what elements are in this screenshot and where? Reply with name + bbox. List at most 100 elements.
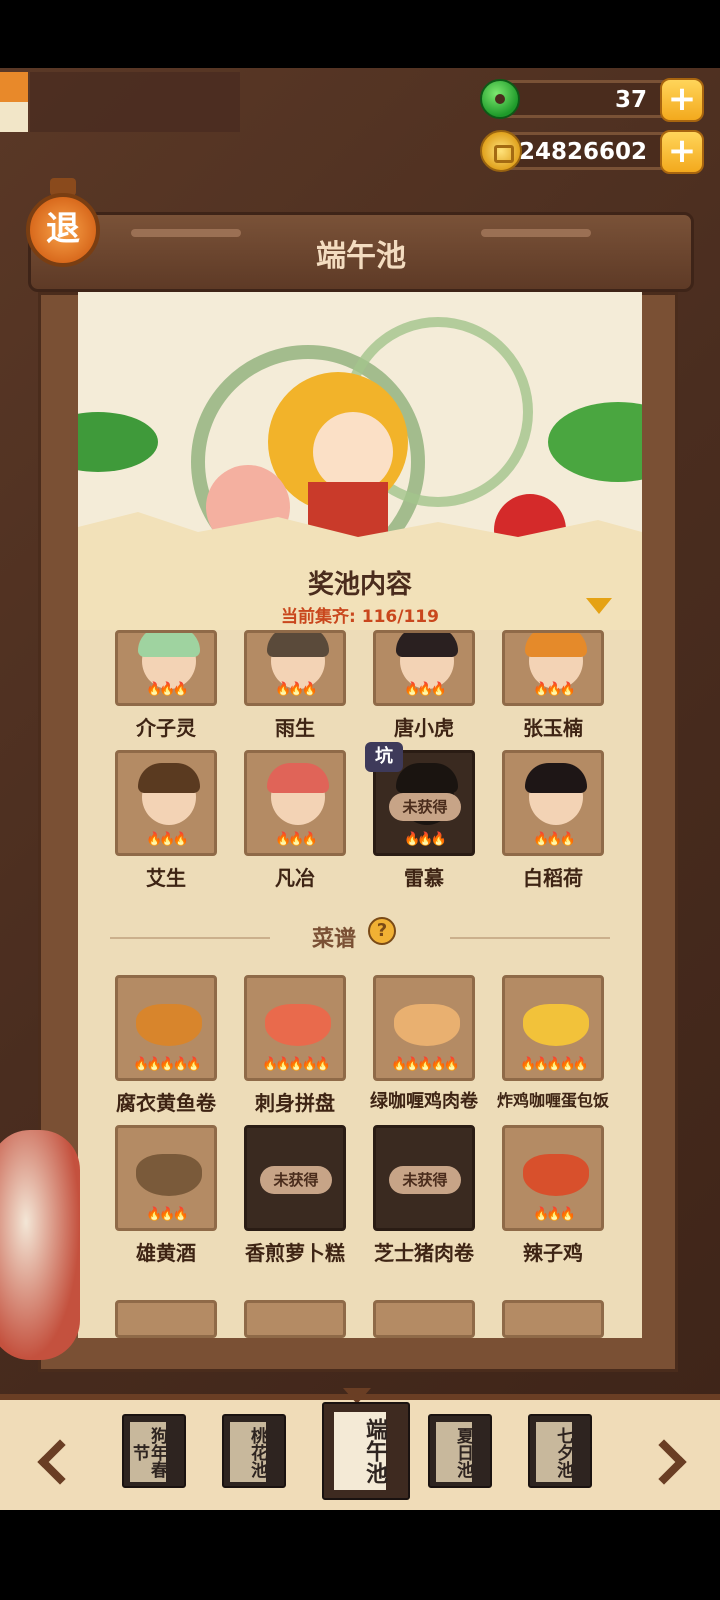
dish-image: [523, 1004, 589, 1046]
recipe-card[interactable]: 🔥🔥🔥🔥🔥: [373, 975, 475, 1081]
recipe-card[interactable]: 未获得: [244, 1125, 346, 1231]
recipe-card-partial[interactable]: [373, 1300, 475, 1338]
tab-label: 夏日池: [436, 1422, 473, 1482]
recipe-card[interactable]: 🔥🔥🔥: [115, 1125, 217, 1231]
tab-5[interactable]: 七夕池: [528, 1414, 592, 1488]
character-name: 介子灵: [136, 716, 196, 740]
coin-icon: [480, 130, 522, 172]
character-hair: [138, 763, 200, 793]
rarity-flames: 🔥🔥🔥: [146, 832, 189, 847]
tab-label: 狗年春节: [129, 1422, 167, 1482]
recipe-name: 香煎萝卜糕: [245, 1241, 345, 1265]
character-hair: [267, 763, 329, 793]
dish-image: [394, 1004, 460, 1046]
recipe-name: 芝士猪肉卷: [374, 1241, 474, 1265]
blurred-avatar: [0, 72, 28, 102]
divider-line-right: [450, 937, 610, 939]
rarity-flames: 🔥🔥🔥🔥🔥: [262, 1057, 331, 1072]
character-card[interactable]: 🔥🔥🔥: [244, 750, 346, 856]
recipe-name: 腐衣黄鱼卷: [116, 1091, 216, 1115]
recipe-name: 绿咖喱鸡肉卷: [370, 1091, 478, 1112]
not-obtained-label: 未获得: [389, 1166, 461, 1194]
recipe-name: 辣子鸡: [523, 1241, 583, 1265]
navigation-bar-area: [0, 1510, 720, 1600]
recipe-name: 刺身拼盘: [255, 1091, 335, 1115]
coin-value: 24826602: [518, 139, 647, 165]
rarity-flames: 🔥🔥🔥: [275, 682, 318, 697]
blurred-avatar-lower: [0, 102, 28, 132]
recipe-card[interactable]: 🔥🔥🔥🔥🔥: [115, 975, 217, 1081]
rarity-flames: 🔥🔥🔥🔥🔥: [520, 1057, 589, 1072]
tab-4[interactable]: 夏日池: [428, 1414, 492, 1488]
character-hair: [525, 633, 587, 657]
dish-image: [523, 1154, 589, 1196]
pool-title: 奖池内容: [307, 570, 412, 600]
character-name: 凡冶: [275, 866, 315, 890]
character-card[interactable]: 🔥🔥🔥: [373, 630, 475, 706]
banner-art: [78, 317, 642, 542]
rarity-flames: 🔥🔥🔥: [404, 682, 447, 697]
jade-icon: [480, 79, 520, 119]
rarity-flames: 🔥🔥🔥: [533, 682, 576, 697]
tab-label: 端午池: [334, 1412, 387, 1490]
tab-1[interactable]: 狗年春节: [122, 1414, 186, 1488]
dish-image: [136, 1154, 202, 1196]
character-card[interactable]: 🔥🔥🔥: [502, 750, 604, 856]
not-obtained-label: 未获得: [389, 793, 461, 821]
character-name: 艾生: [146, 866, 186, 890]
jade-value: 37: [614, 87, 647, 113]
character-hair: [138, 633, 200, 657]
character-card[interactable]: 🔥🔥🔥: [115, 750, 217, 856]
recipe-name: 雄黄酒: [136, 1241, 196, 1265]
tab-3[interactable]: 端午池: [322, 1402, 410, 1500]
recipes-section-label: 菜谱: [312, 927, 357, 952]
event-banner: [78, 292, 642, 542]
character-name: 雨生: [275, 716, 315, 740]
character-hair: [267, 633, 329, 657]
recipe-card-partial[interactable]: [115, 1300, 217, 1338]
recipes-divider: 菜谱: [110, 917, 610, 957]
brush-decoration: [0, 1130, 80, 1360]
question-icon[interactable]: ?: [368, 917, 396, 945]
pit-badge: 坑: [365, 742, 403, 772]
collection-progress: 当前集齐: 116/119: [281, 607, 439, 627]
rarity-flames: 🔥🔥🔥: [533, 1207, 576, 1222]
rarity-flames: 🔥🔥🔥: [146, 1207, 189, 1222]
recipe-card[interactable]: 🔥🔥🔥: [502, 1125, 604, 1231]
character-name: 张玉楠: [523, 716, 583, 740]
rarity-flames: 🔥🔥🔥🔥🔥: [133, 1057, 202, 1072]
character-name: 雷慕: [404, 866, 444, 890]
tab-2[interactable]: 桃花池: [222, 1414, 286, 1488]
not-obtained-label: 未获得: [260, 1166, 332, 1194]
add-jade-button[interactable]: +: [660, 78, 704, 122]
dish-image: [265, 1004, 331, 1046]
character-hair: [525, 763, 587, 793]
recipe-name: 炸鸡咖喱蛋包饭: [496, 1091, 609, 1110]
recipe-card[interactable]: 🔥🔥🔥🔥🔥: [502, 975, 604, 1081]
character-card[interactable]: 🔥🔥🔥: [244, 630, 346, 706]
recipe-card[interactable]: 未获得: [373, 1125, 475, 1231]
rarity-flames: 🔥🔥🔥: [146, 682, 189, 697]
character-card[interactable]: 🔥🔥🔥: [115, 630, 217, 706]
add-coin-button[interactable]: +: [660, 130, 704, 174]
recipe-card-partial[interactable]: [502, 1300, 604, 1338]
exit-button[interactable]: 退: [26, 193, 100, 267]
pool-header: 端午池: [28, 212, 694, 292]
divider-line-left: [110, 937, 270, 939]
rarity-flames: 🔥🔥🔥🔥🔥: [391, 1057, 460, 1072]
character-name: 唐小虎: [394, 716, 454, 740]
page-title: 端午池: [316, 239, 406, 274]
character-card[interactable]: 🔥🔥🔥: [502, 630, 604, 706]
recipe-card-partial[interactable]: [244, 1300, 346, 1338]
expand-toggle-icon[interactable]: [586, 598, 612, 614]
rarity-flames: 🔥🔥🔥: [533, 832, 576, 847]
dish-image: [136, 1004, 202, 1046]
pool-info: 奖池内容 当前集齐: 116/119: [78, 540, 642, 630]
rarity-flames: 🔥🔥🔥: [275, 832, 318, 847]
blurred-player-info: [30, 72, 240, 132]
character-name: 白稻荷: [523, 866, 583, 890]
status-bar: [0, 0, 720, 68]
recipe-card[interactable]: 🔥🔥🔥🔥🔥: [244, 975, 346, 1081]
rarity-flames: 🔥🔥🔥: [404, 832, 447, 847]
tab-label: 桃花池: [230, 1422, 267, 1482]
